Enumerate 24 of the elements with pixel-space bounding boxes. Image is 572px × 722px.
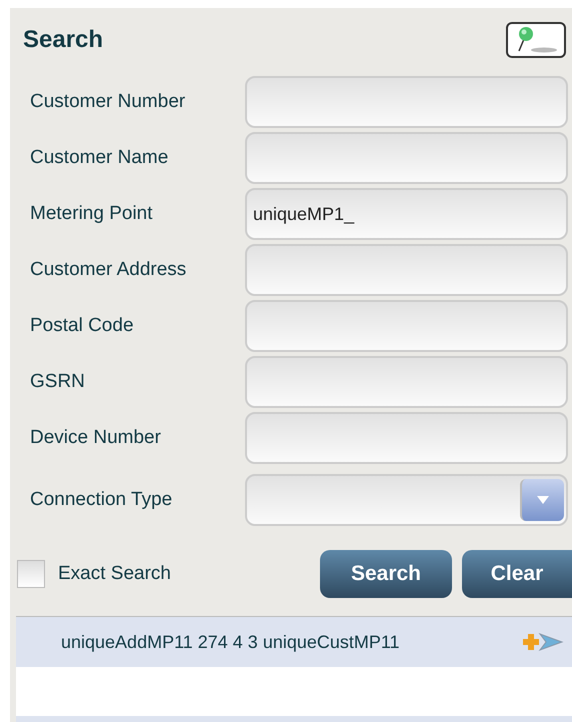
input-field[interactable] xyxy=(245,244,568,296)
field-label: Connection Type xyxy=(30,488,174,512)
field-label: Device Number xyxy=(30,426,162,450)
input-field[interactable] xyxy=(245,356,568,408)
field-label: Metering Point xyxy=(30,202,154,226)
panel-title: Search xyxy=(23,25,104,55)
exact-search-label: Exact Search xyxy=(58,562,171,586)
field-label: GSRN xyxy=(30,370,86,394)
clear-button[interactable]: Clear xyxy=(462,550,572,598)
exact-search-checkbox[interactable] xyxy=(17,560,45,588)
map-pin-button[interactable] xyxy=(506,22,566,58)
input-field[interactable]: uniqueMP1_ xyxy=(245,188,568,240)
field-label: Customer Name xyxy=(30,146,170,170)
search-button[interactable]: Search xyxy=(320,550,452,598)
input-field[interactable] xyxy=(245,300,568,352)
field-label: Customer Number xyxy=(30,90,186,114)
field-label: Postal Code xyxy=(30,314,135,338)
caret-icon xyxy=(536,495,550,505)
field-label: Customer Address xyxy=(30,258,188,282)
input-field[interactable] xyxy=(245,76,568,128)
input-field[interactable] xyxy=(245,412,568,464)
input-field[interactable] xyxy=(245,132,568,184)
connection-type-dropdown[interactable] xyxy=(245,474,568,526)
result-row[interactable]: uniqueAddMP11 274 4 3 uniqueCustMP11 xyxy=(16,617,572,667)
